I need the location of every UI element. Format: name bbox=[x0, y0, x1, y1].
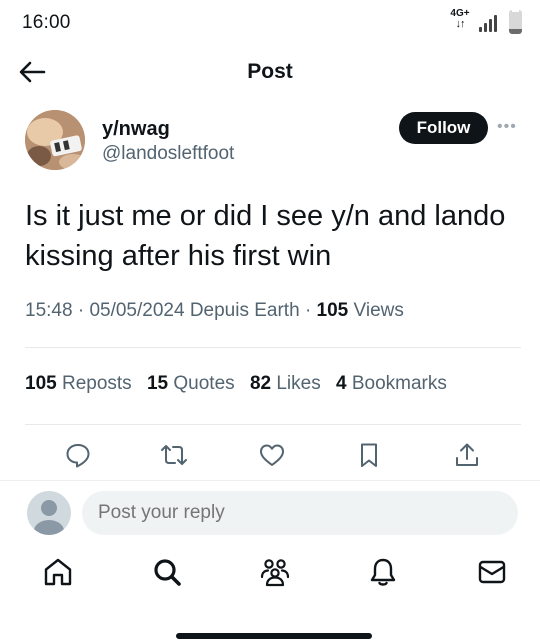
likes-stat[interactable]: 82 Likes bbox=[250, 373, 321, 394]
bottom-nav bbox=[0, 555, 540, 599]
battery-icon bbox=[509, 10, 522, 34]
notifications-icon[interactable] bbox=[366, 555, 400, 589]
meta-separator: · bbox=[304, 300, 312, 321]
bookmarks-count: 4 bbox=[336, 373, 347, 394]
follow-button[interactable]: Follow bbox=[399, 112, 488, 144]
top-nav: Post bbox=[0, 50, 540, 94]
quotes-count: 15 bbox=[146, 373, 169, 394]
views-label: Views bbox=[353, 300, 404, 321]
author-handle[interactable]: @landosleftfoot bbox=[102, 143, 234, 165]
reply-bar-divider bbox=[0, 480, 540, 481]
reply-input[interactable] bbox=[82, 491, 518, 535]
likes-label: Likes bbox=[276, 373, 321, 394]
tweet-date[interactable]: 05/05/2024 bbox=[89, 300, 184, 321]
messages-icon[interactable] bbox=[475, 555, 509, 589]
repost-icon[interactable] bbox=[159, 440, 189, 470]
communities-icon[interactable] bbox=[258, 555, 292, 589]
status-bar: 16:00 4G+ ↓↑ bbox=[0, 0, 540, 46]
search-icon[interactable] bbox=[150, 555, 184, 589]
quotes-label: Quotes bbox=[173, 373, 235, 394]
default-avatar-icon bbox=[34, 500, 64, 535]
quotes-stat[interactable]: 15 Quotes bbox=[147, 373, 235, 394]
reply-avatar bbox=[27, 491, 71, 535]
author-avatar[interactable] bbox=[25, 110, 85, 170]
meta-separator: · bbox=[77, 300, 85, 321]
divider bbox=[25, 424, 521, 425]
views-count: 105 bbox=[316, 300, 349, 321]
bookmarks-stat[interactable]: 4 Bookmarks bbox=[336, 373, 447, 394]
action-bar bbox=[0, 440, 540, 472]
reply-icon[interactable] bbox=[63, 440, 93, 470]
more-options-icon[interactable]: ••• bbox=[497, 118, 521, 138]
home-icon[interactable] bbox=[41, 555, 75, 589]
share-icon[interactable] bbox=[452, 440, 482, 470]
bookmark-icon[interactable] bbox=[354, 440, 384, 470]
reposts-count: 105 bbox=[25, 373, 57, 394]
author-display-name[interactable]: y/nwag bbox=[102, 118, 170, 141]
avatar-image bbox=[25, 110, 85, 170]
battery-level bbox=[509, 29, 522, 34]
like-icon[interactable] bbox=[257, 440, 287, 470]
signal-icon bbox=[479, 15, 497, 32]
reposts-label: Reposts bbox=[61, 373, 132, 394]
home-indicator bbox=[176, 633, 372, 639]
bookmarks-label: Bookmarks bbox=[351, 373, 447, 394]
battery-cap bbox=[512, 10, 519, 12]
divider bbox=[25, 347, 521, 348]
reposts-stat[interactable]: 105 Reposts bbox=[25, 373, 132, 394]
network-arrows: ↓↑ bbox=[455, 18, 466, 30]
tweet-time[interactable]: 15:48 bbox=[25, 300, 73, 321]
page-title: Post bbox=[247, 60, 293, 83]
tweet-meta: 15:48 · 05/05/2024 Depuis Earth · 105 Vi… bbox=[25, 300, 404, 322]
network-indicator: 4G+ ↓↑ bbox=[446, 8, 474, 36]
tweet-text: Is it just me or did I see y/n and lando… bbox=[25, 200, 506, 272]
likes-count: 82 bbox=[249, 373, 272, 394]
tweet-stats: 105 Reposts 15 Quotes 82 Likes 4 Bookmar… bbox=[25, 373, 457, 395]
status-time: 16:00 bbox=[22, 12, 71, 33]
tweet-location: Depuis Earth bbox=[189, 300, 300, 321]
